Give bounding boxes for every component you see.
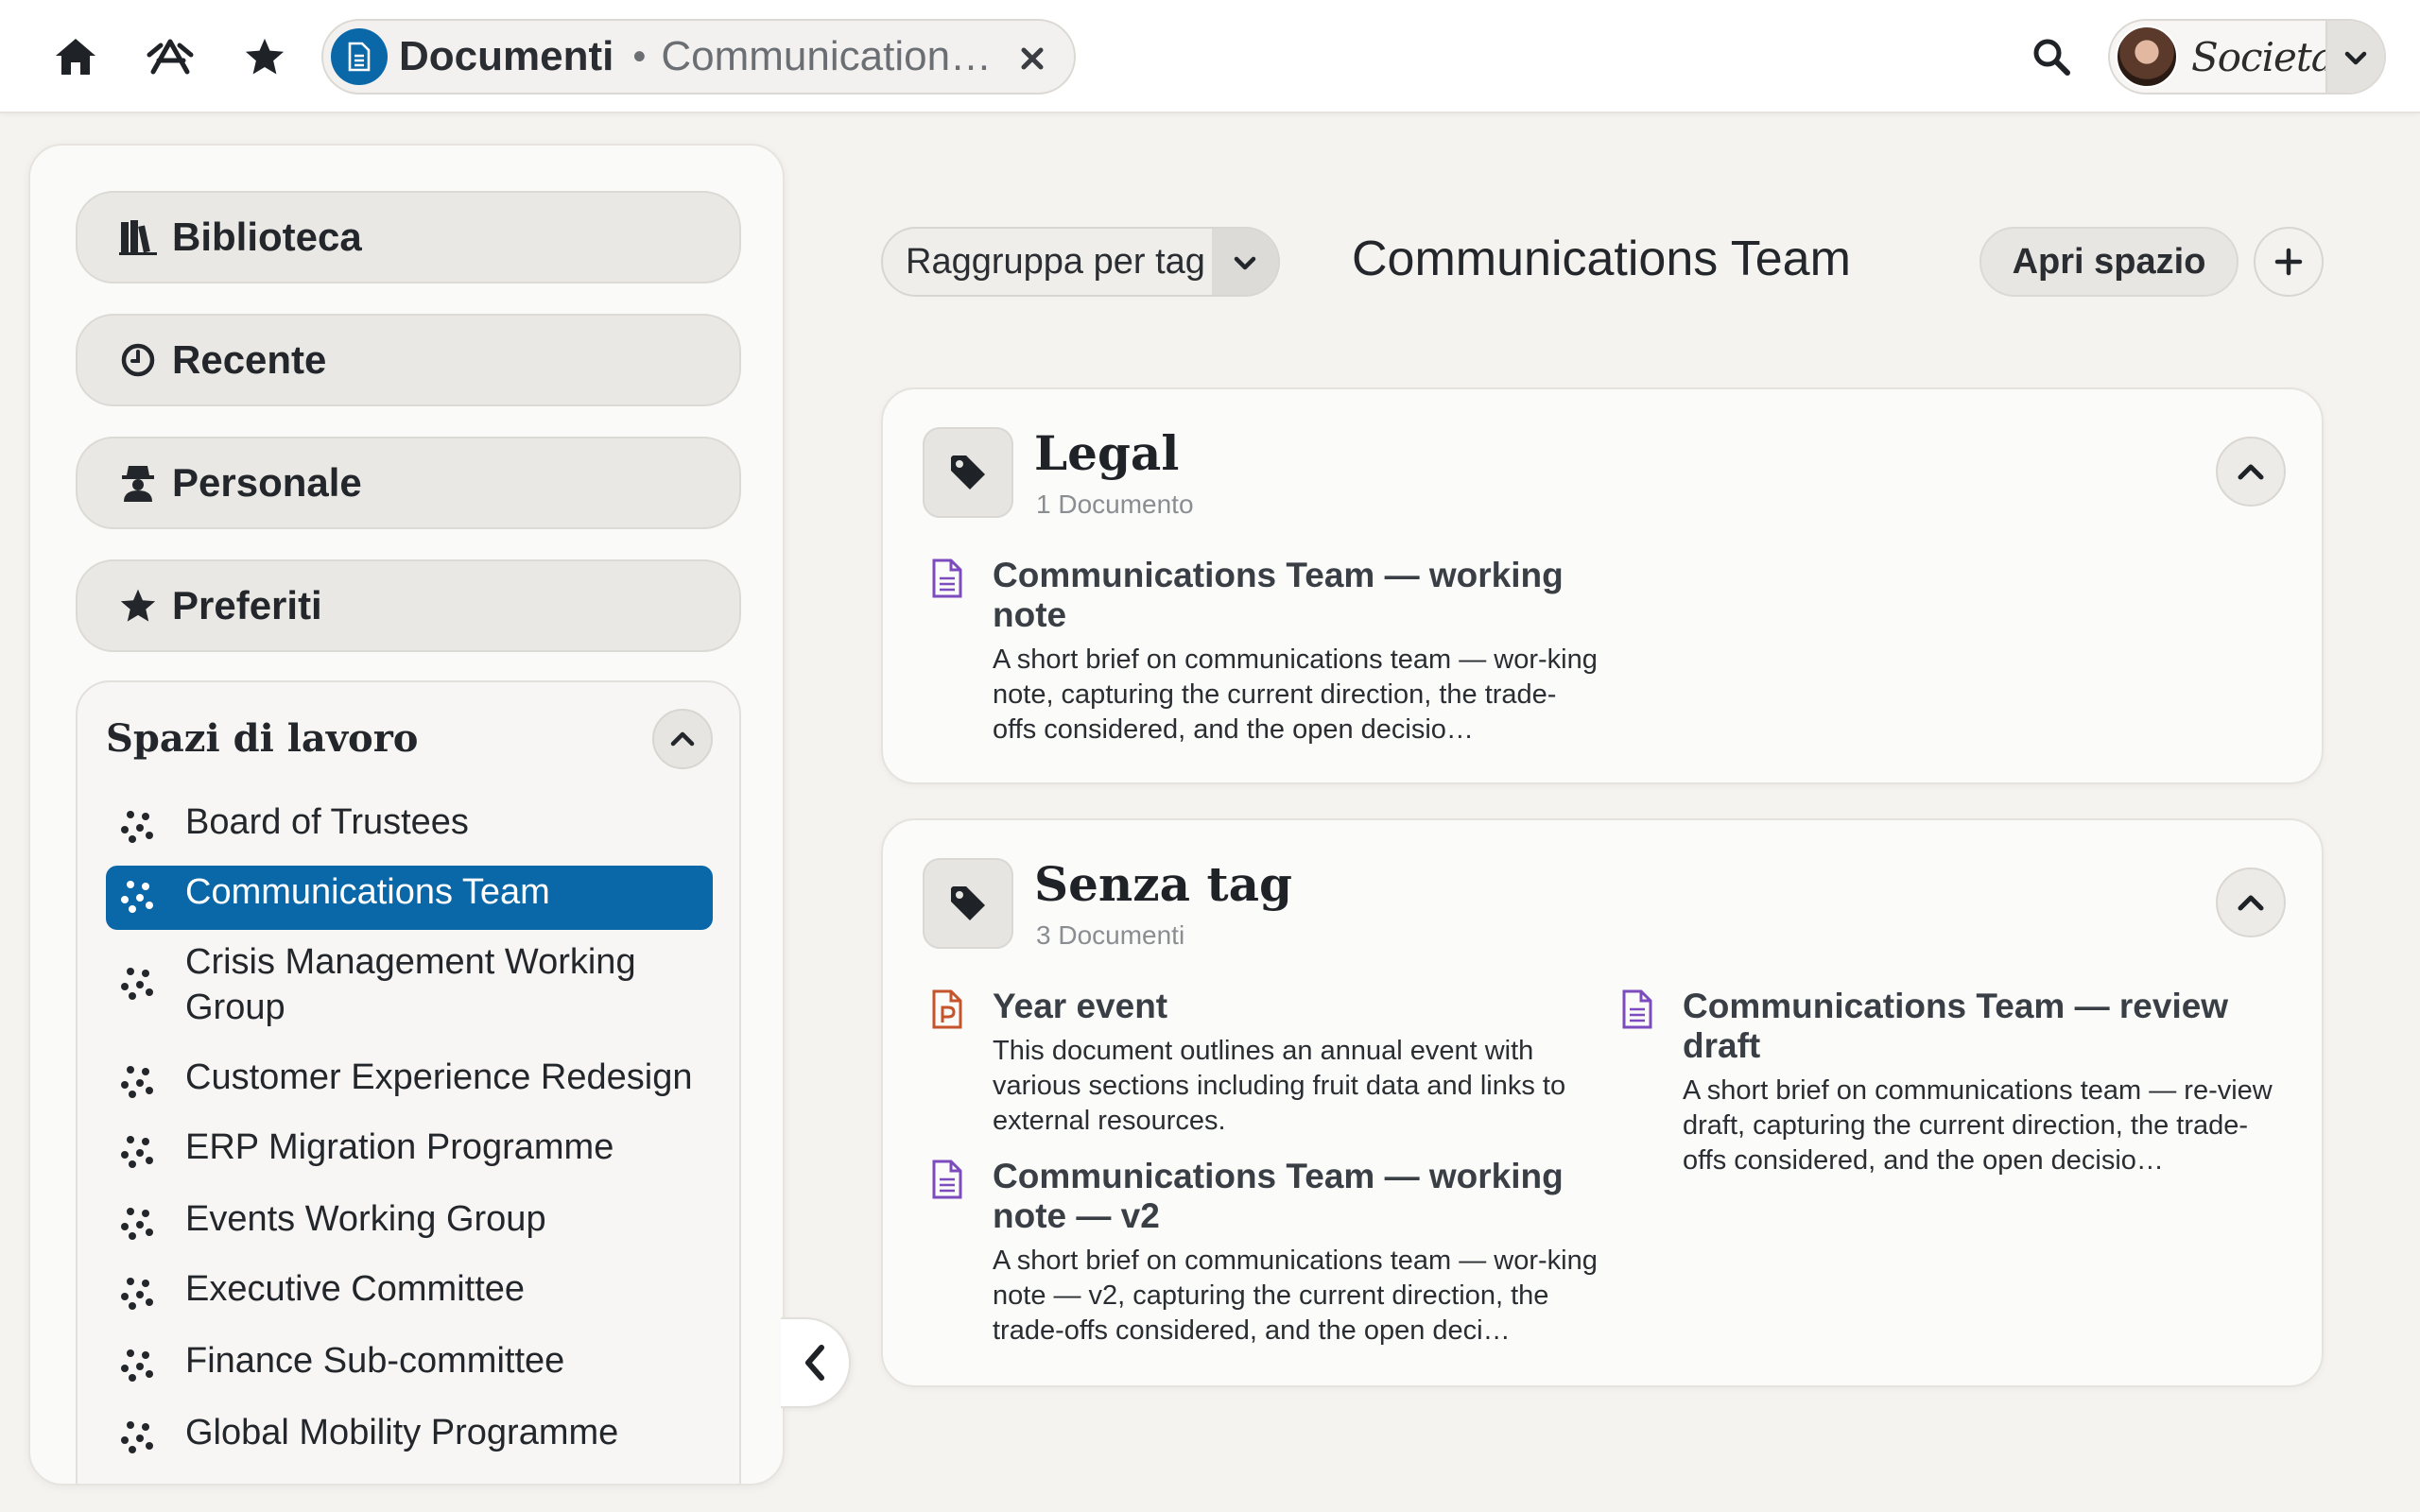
- workspace-item[interactable]: Events Working Group: [106, 1193, 713, 1242]
- workspace-label: Customer Experience Redesign: [185, 1057, 693, 1097]
- workspace-dots-icon: [121, 811, 153, 843]
- document-title: Communications Team — working note: [993, 556, 1564, 634]
- workspace-item[interactable]: Customer Experience Redesign: [106, 1051, 713, 1100]
- workspace-dots-icon: [121, 1208, 153, 1240]
- document-title: Communications Team — working note — v2: [993, 1157, 1564, 1235]
- document-description: A short brief on communications team — w…: [993, 1246, 1598, 1346]
- user-secret-icon: [117, 462, 159, 504]
- document-item[interactable]: Year event This document outlines an ann…: [928, 987, 1571, 1139]
- tag-group-untagged: Senza tag 3 Documenti Year event This do…: [881, 818, 2324, 1387]
- document-icon: [1622, 989, 1652, 1029]
- collapse-sidebar-button[interactable]: [781, 1317, 851, 1408]
- workspace-label: ERP Migration Programme: [185, 1127, 614, 1167]
- document-icon: [932, 1160, 962, 1199]
- chevron-up-icon[interactable]: [652, 709, 713, 769]
- document-title: Communications Team — review draft: [1683, 987, 2229, 1065]
- workspace-label: Board of Trustees: [185, 802, 469, 842]
- document-icon: [932, 558, 962, 598]
- top-bar: Documenti • Communication… Societas: [0, 0, 2420, 113]
- group-by-select[interactable]: Raggruppa per tag: [881, 227, 1280, 297]
- workspace-item-active[interactable]: Communications Team: [106, 866, 713, 930]
- chevron-down-icon[interactable]: [2325, 21, 2384, 93]
- sidebar-item-recente[interactable]: Recente: [76, 314, 741, 406]
- sidebar-item-preferiti[interactable]: Preferiti: [76, 559, 741, 652]
- active-document-tab[interactable]: Documenti • Communication…: [321, 19, 1076, 94]
- presentation-icon: [932, 989, 962, 1029]
- search-icon[interactable]: [2023, 28, 2080, 85]
- tab-title: Documenti: [399, 33, 614, 79]
- sidebar: Biblioteca Recente Personale Preferiti S…: [28, 144, 785, 1486]
- workspace-item[interactable]: Finance Sub-committee: [106, 1334, 713, 1383]
- group-name: Legal: [1034, 425, 1180, 481]
- document-item[interactable]: Communications Team — working note A sho…: [928, 556, 1598, 747]
- books-icon: [117, 216, 159, 258]
- tag-icon: [923, 858, 1013, 949]
- star-icon: [117, 585, 159, 627]
- workspace-label: Global Mobility Programme: [185, 1413, 619, 1452]
- workspace-item[interactable]: Crisis Management Working Group: [106, 936, 713, 1030]
- workspace-dots-icon: [121, 1278, 153, 1310]
- document-description: This document outlines an annual event w…: [993, 1036, 1566, 1136]
- workspace-dots-icon: [121, 1136, 153, 1168]
- workspace-label: Communications Team: [185, 872, 550, 912]
- workspaces-title: Spazi di lavoro: [106, 716, 419, 761]
- star-icon[interactable]: [236, 28, 293, 85]
- workspace-item[interactable]: Board of Trustees: [106, 796, 713, 845]
- workspace-label: Finance Sub-committee: [185, 1341, 565, 1381]
- tab-subtitle: Communication…: [661, 33, 993, 79]
- sidebar-item-personale[interactable]: Personale: [76, 437, 741, 529]
- add-button[interactable]: [2254, 227, 2324, 297]
- avatar[interactable]: [2116, 26, 2178, 88]
- chevron-up-icon[interactable]: [2216, 437, 2286, 507]
- tag-group-legal: Legal 1 Documento Communications Team — …: [881, 387, 2324, 784]
- sidebar-item-label: Personale: [172, 460, 362, 505]
- workspace-dots-icon: [121, 1421, 153, 1453]
- sidebar-item-biblioteca[interactable]: Biblioteca: [76, 191, 741, 284]
- page-title: Communications Team: [1352, 232, 1851, 286]
- workspace-item[interactable]: ERP Migration Programme: [106, 1121, 713, 1170]
- tag-icon: [923, 427, 1013, 518]
- plus-icon: [2274, 248, 2303, 276]
- workspace-label: Executive Committee: [185, 1269, 526, 1309]
- document-item[interactable]: Communications Team — review draft A sho…: [1618, 987, 2273, 1178]
- open-space-button[interactable]: Apri spazio: [1979, 227, 2238, 297]
- user-menu[interactable]: Societas: [2108, 19, 2386, 94]
- workspace-item[interactable]: Executive Committee: [106, 1263, 713, 1312]
- group-count: 1 Documento: [1036, 490, 1194, 519]
- workspaces-panel: Spazi di lavoro Board of Trustees Commun…: [76, 680, 741, 1484]
- document-item[interactable]: Communications Team — working note — v2 …: [928, 1157, 1598, 1349]
- group-count: 3 Documenti: [1036, 920, 1185, 950]
- document-description: A short brief on communications team — r…: [1683, 1075, 2273, 1176]
- sidebar-item-label: Recente: [172, 337, 327, 382]
- clock-icon: [117, 339, 159, 381]
- document-description: A short brief on communications team — w…: [993, 644, 1598, 745]
- close-icon[interactable]: [1011, 38, 1053, 79]
- tab-separator: •: [632, 35, 647, 77]
- workspace-dots-icon: [121, 1066, 153, 1098]
- home-icon[interactable]: [47, 28, 104, 85]
- workspace-label: Crisis Management Working Group: [185, 942, 636, 1027]
- group-by-label: Raggruppa per tag: [906, 241, 1205, 282]
- document-title: Year event: [993, 987, 1168, 1025]
- sidebar-item-label: Biblioteca: [172, 215, 362, 259]
- workspace-item[interactable]: Global Mobility Programme: [106, 1406, 713, 1455]
- sidebar-item-label: Preferiti: [172, 583, 322, 627]
- chevron-down-icon[interactable]: [1212, 229, 1278, 295]
- apps-icon[interactable]: [142, 28, 199, 85]
- workspace-dots-icon: [121, 1349, 153, 1382]
- chevron-up-icon[interactable]: [2216, 868, 2286, 937]
- chevron-left-icon: [805, 1345, 824, 1381]
- document-icon: [331, 28, 388, 85]
- workspace-dots-icon: [121, 968, 153, 1000]
- group-name: Senza tag: [1034, 856, 1292, 912]
- workspace-label: Events Working Group: [185, 1199, 546, 1239]
- workspace-dots-icon: [121, 881, 153, 913]
